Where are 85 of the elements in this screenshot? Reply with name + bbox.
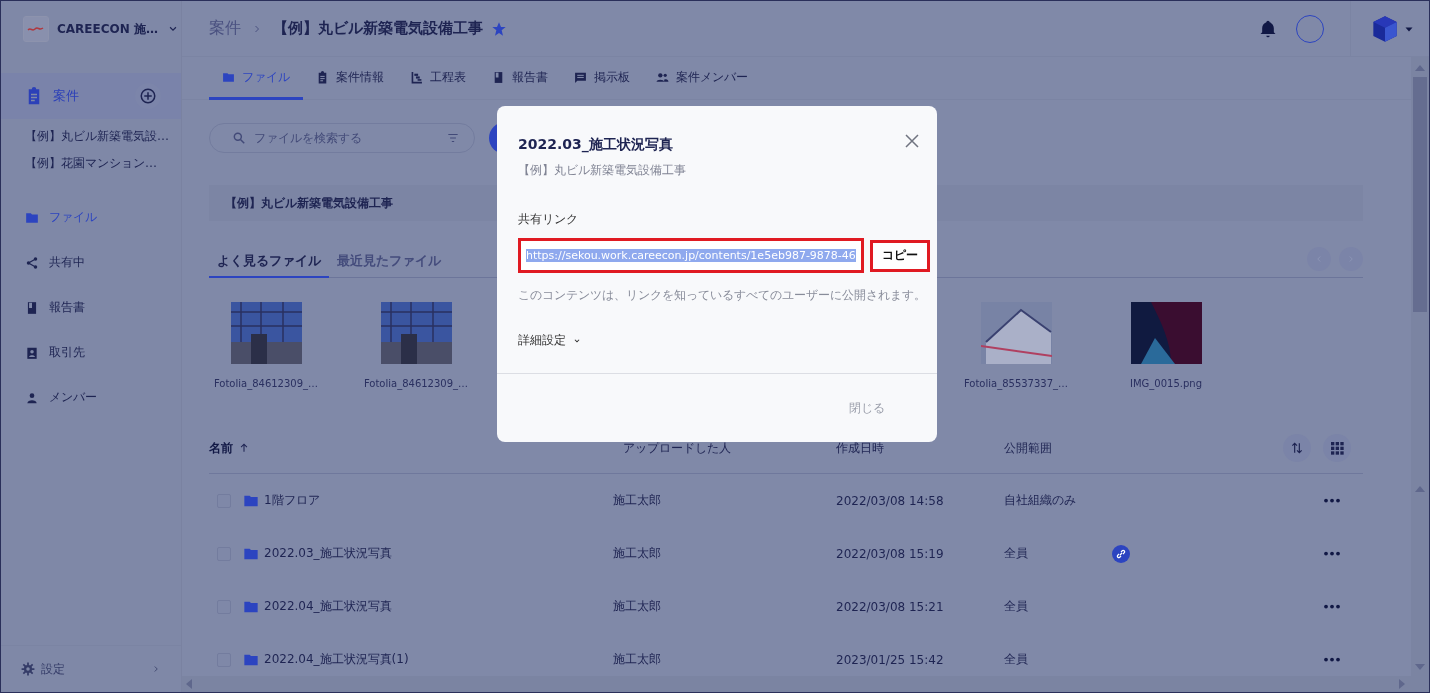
sort-button[interactable]: [1283, 434, 1311, 462]
file-name[interactable]: Fotolia_85537337_…: [963, 378, 1069, 389]
settings-link[interactable]: 設定: [1, 645, 181, 692]
column-header[interactable]: 公開範囲: [1004, 439, 1052, 457]
tab[interactable]: よく見るファイル: [209, 252, 329, 278]
project-title: 【例】丸ビル新築電気設備工事: [273, 19, 483, 38]
more-options-icon[interactable]: [1323, 604, 1341, 609]
table-cell-text: 2022/03/08 15:19: [836, 546, 945, 561]
file-name[interactable]: Fotolia_84612309_…: [363, 378, 469, 389]
share-icon: [25, 255, 39, 270]
brand-logo-icon: [23, 16, 49, 42]
sidebar-item[interactable]: 取引先: [1, 330, 181, 375]
horizontal-scrollbar[interactable]: [182, 676, 1429, 692]
photo-placeholder[interactable]: [230, 302, 302, 364]
folder-name[interactable]: 2022.04_施工状況写真(1): [264, 651, 409, 668]
filter-icon: [446, 131, 460, 145]
copy-button[interactable]: コピー: [869, 239, 930, 272]
sort-arrow-icon: [239, 443, 249, 453]
table-cell-text: 2023/01/25 15:42: [836, 652, 945, 667]
book-icon: [25, 300, 39, 315]
folder-icon: [25, 210, 39, 225]
folder-name[interactable]: 2022.04_施工状況写真: [264, 598, 392, 615]
dialog-title: 2022.03_施工状況写真: [518, 136, 674, 154]
project-link[interactable]: 【例】花園マンション…: [1, 150, 181, 177]
cube-logo-icon: [1371, 14, 1399, 43]
file-name[interactable]: Fotolia_84612309_…: [213, 378, 319, 389]
scrollbar[interactable]: [1411, 57, 1429, 676]
add-circle-icon: [139, 87, 157, 105]
table-cell-text: 施工太郎: [613, 651, 662, 668]
tab[interactable]: 最近見たファイル: [329, 252, 449, 278]
tab[interactable]: 工程表: [397, 57, 479, 100]
bell-icon: [1258, 18, 1278, 39]
grid-view-button[interactable]: [1323, 434, 1351, 462]
table-cell-text: 2022/03/08 15:21: [836, 599, 945, 614]
folder-name[interactable]: 2022.03_施工状況写真: [264, 545, 392, 562]
folder-name[interactable]: 1階フロア: [264, 492, 320, 509]
sidebar-item[interactable]: 報告書: [1, 285, 181, 330]
sort-arrows-icon: [1290, 441, 1304, 455]
photo-placeholder[interactable]: [380, 302, 452, 364]
organization-name[interactable]: CAREECON 施…: [57, 20, 158, 38]
more-options-icon[interactable]: [1323, 498, 1341, 503]
book-icon: [492, 70, 505, 84]
project-link[interactable]: 【例】丸ビル新築電気設…: [1, 123, 181, 150]
advanced-settings-toggle[interactable]: 詳細設定: [518, 332, 921, 349]
folder-icon: [222, 70, 235, 84]
table-cell-text: 全員: [1004, 598, 1029, 615]
more-options-icon[interactable]: [1323, 551, 1341, 556]
table-cell-text: 施工太郎: [613, 598, 662, 615]
breadcrumb-link[interactable]: 案件: [209, 18, 241, 39]
column-header[interactable]: 名前: [209, 439, 233, 457]
link-icon[interactable]: [1112, 544, 1130, 563]
people-icon: [656, 70, 669, 84]
column-header[interactable]: アップロードした人: [623, 439, 731, 457]
table-cell-text: 自社組織のみ: [1004, 492, 1077, 509]
photo-placeholder[interactable]: [1130, 302, 1202, 364]
message-board-icon: [574, 70, 587, 84]
sidebar-nav-item[interactable]: 案件: [1, 73, 181, 119]
column-header[interactable]: 作成日時: [836, 439, 884, 457]
grid-icon: [1329, 440, 1345, 456]
share-link-field[interactable]: https://sekou.work.careecon.jp/contents/1e5eb987-9878-46: [518, 238, 864, 273]
photo-placeholder[interactable]: [980, 302, 1052, 364]
tab[interactable]: 掲示板: [561, 57, 643, 100]
file-name[interactable]: IMG_0015.png: [1130, 378, 1202, 389]
chart-icon: [410, 70, 423, 84]
sidebar-item[interactable]: ファイル: [1, 195, 181, 240]
share-note: このコンテンツは、リンクを知っているすべてのユーザーに公開されます。: [518, 287, 921, 304]
sidebar-item[interactable]: 共有中: [1, 240, 181, 285]
id-badge-icon: [25, 345, 39, 360]
person-icon: [25, 390, 39, 405]
table-cell-text: 2022/03/08 14:58: [836, 493, 945, 508]
table-cell-text: 全員: [1004, 651, 1029, 668]
search-icon: [232, 131, 246, 145]
tab[interactable]: 報告書: [479, 57, 561, 100]
close-button[interactable]: [903, 132, 921, 150]
tab[interactable]: 案件情報: [303, 57, 397, 100]
table-cell-text: 施工太郎: [613, 492, 662, 509]
dialog-subtitle: 【例】丸ビル新築電気設備工事: [518, 162, 687, 179]
table-cell-text: 全員: [1004, 545, 1029, 562]
clipboard-icon: [316, 70, 329, 84]
more-options-icon[interactable]: [1323, 657, 1341, 662]
table-cell-text: 施工太郎: [613, 545, 662, 562]
gear-icon: [21, 662, 35, 676]
sidebar-item[interactable]: メンバー: [1, 375, 181, 420]
tab[interactable]: ファイル: [209, 57, 303, 100]
tab[interactable]: 案件メンバー: [643, 57, 761, 100]
